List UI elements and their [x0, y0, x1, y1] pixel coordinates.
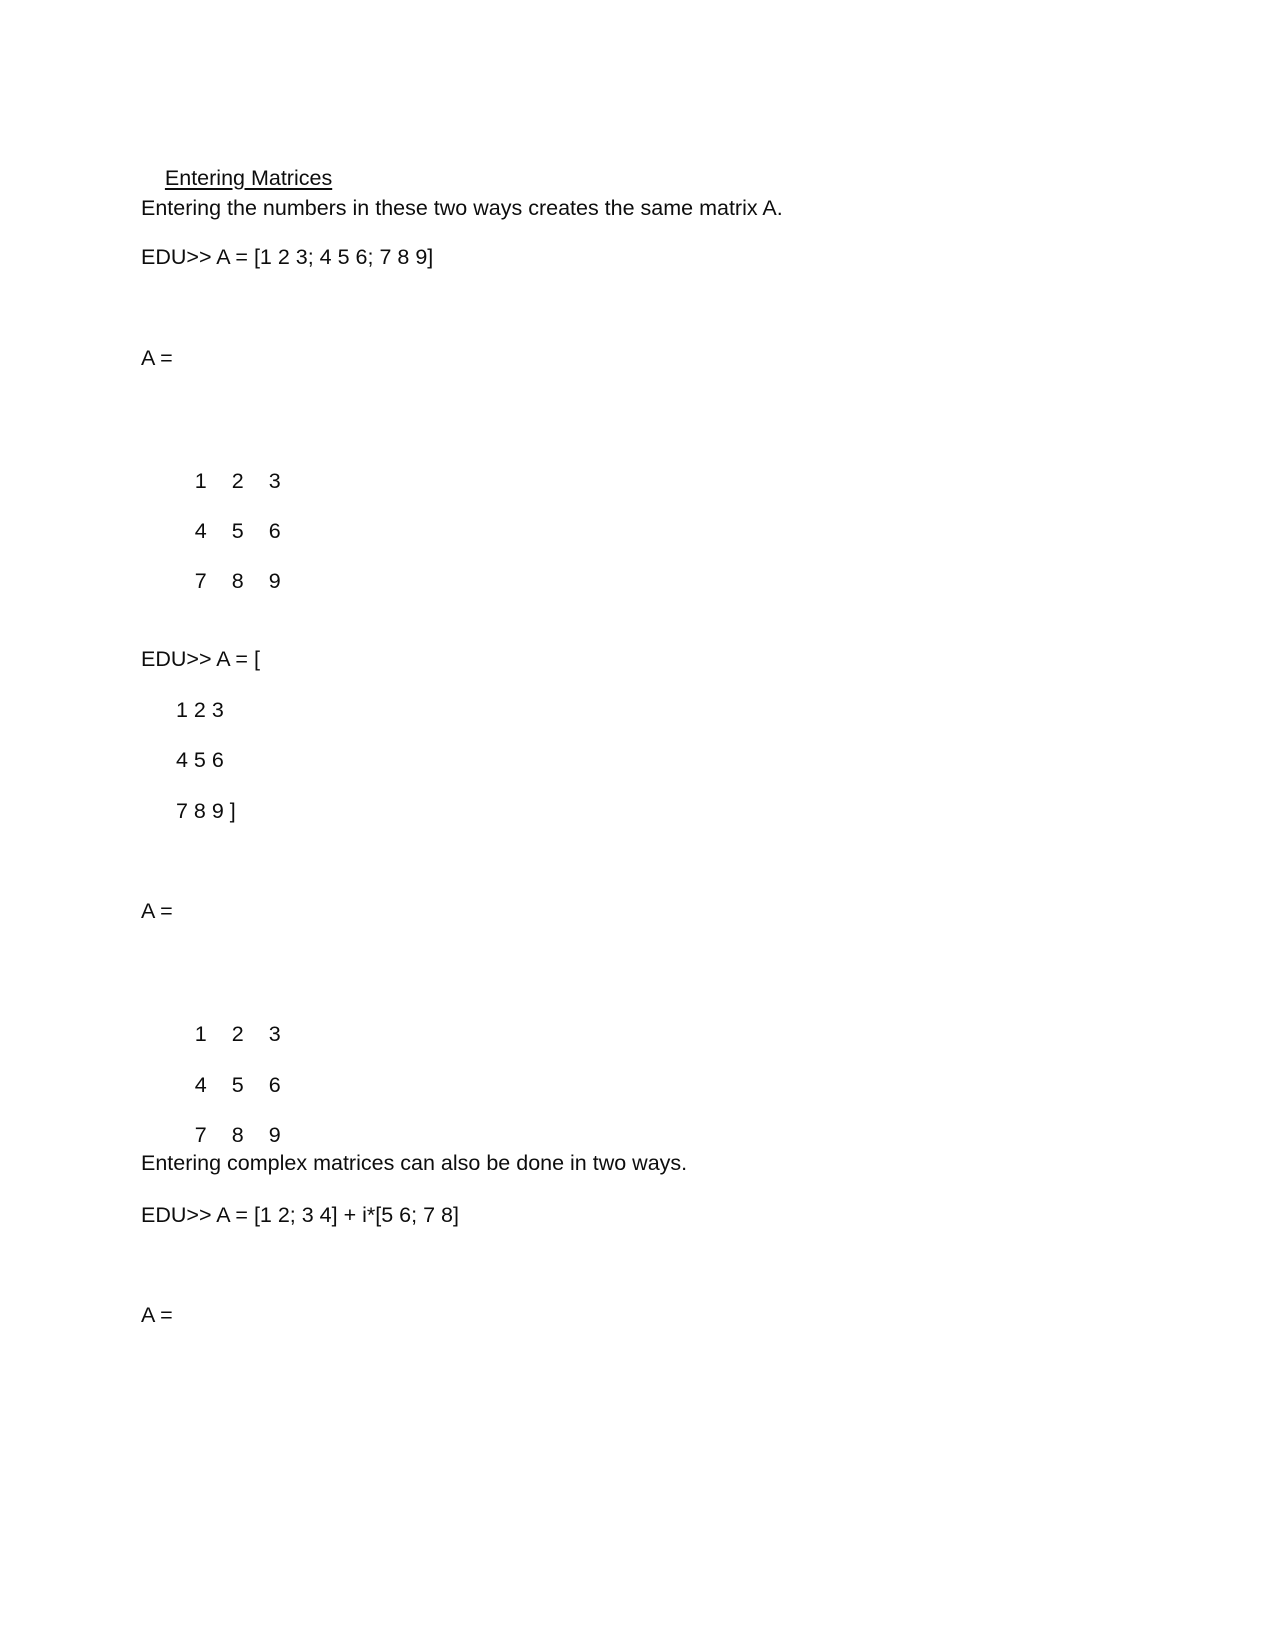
matrix-cell: 5: [231, 1072, 244, 1097]
matrix-cell: 6: [268, 1072, 281, 1097]
page-title-text: Entering Matrices: [164, 165, 333, 190]
document-page: Entering Matrices Entering the numbers i…: [0, 0, 1275, 1650]
matrix-cell: 1: [194, 1021, 207, 1046]
matrix-cell: 7: [194, 568, 207, 593]
matrix-cell: 2: [231, 1021, 244, 1046]
matrix-cell: 5: [231, 518, 244, 543]
matrix-cell: 4: [194, 1072, 207, 1097]
command-line-2-row-1: 1 2 3: [176, 698, 224, 722]
matrix-cell: 2: [231, 468, 244, 493]
matrix-cell: 3: [268, 468, 281, 493]
matrix-cell: 7: [194, 1122, 207, 1147]
output-label-2: A =: [141, 899, 173, 923]
command-line-2-open: EDU>> A = [: [141, 647, 260, 671]
command-line-2-row-2: 4 5 6: [176, 748, 224, 772]
matrix-1-row-3: 789: [170, 549, 281, 614]
matrix-cell: 6: [268, 518, 281, 543]
intro-paragraph: Entering the numbers in these two ways c…: [141, 196, 783, 220]
matrix-cell: 1: [194, 468, 207, 493]
command-line-3: EDU>> A = [1 2; 3 4] + i*[5 6; 7 8]: [141, 1203, 459, 1227]
matrix-cell: 3: [268, 1021, 281, 1046]
matrix-cell: 9: [268, 568, 281, 593]
complex-paragraph: Entering complex matrices can also be do…: [141, 1151, 688, 1175]
matrix-cell: 8: [231, 1122, 244, 1147]
matrix-cell: 8: [231, 568, 244, 593]
command-line-1: EDU>> A = [1 2 3; 4 5 6; 7 8 9]: [141, 245, 434, 269]
matrix-cell: 4: [194, 518, 207, 543]
command-line-2-row-3: 7 8 9 ]: [176, 799, 236, 823]
matrix-cell: 9: [268, 1122, 281, 1147]
output-label-1: A =: [141, 346, 173, 370]
output-label-3: A =: [141, 1303, 173, 1327]
